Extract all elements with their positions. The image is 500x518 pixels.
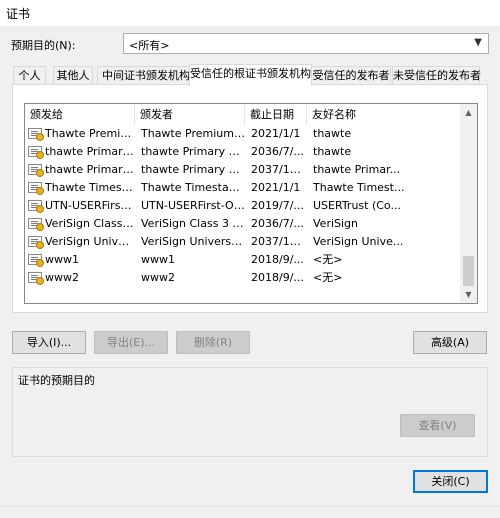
table-row[interactable]: VeriSign Class 3 ... VeriSign Class 3 P.… <box>25 215 462 233</box>
tab-trusted-publishers[interactable]: 受信任的发布者 <box>311 66 391 85</box>
cell-issued-to: thawte Primary ... <box>25 161 135 179</box>
advanced-button[interactable]: 高级(A) <box>413 331 487 354</box>
cell-friendly-name: thawte <box>313 145 352 158</box>
certificate-icon <box>28 218 44 231</box>
certificate-icon <box>28 272 44 285</box>
cell-expiration: 2037/12... <box>251 235 307 248</box>
cell-friendly-name: VeriSign <box>313 217 359 230</box>
export-button[interactable]: 导出(E)... <box>94 331 168 354</box>
cell-issued-to: UTN-USERFirst-... <box>25 197 135 215</box>
table-row[interactable]: Thawte Timesta... Thawte Timestamp... 20… <box>25 179 462 197</box>
cell-friendly-name: VeriSign Unive... <box>313 235 404 248</box>
column-header-issued-to[interactable]: 颁发给 <box>25 104 135 125</box>
view-button[interactable]: 查看(V) <box>400 414 475 437</box>
table-row[interactable]: VeriSign Univers... VeriSign Universal .… <box>25 233 462 251</box>
chevron-down-icon: ▼ <box>474 37 482 48</box>
tab-other-people[interactable]: 其他人 <box>53 66 93 85</box>
column-header-expiration[interactable]: 截止日期 <box>245 104 307 125</box>
cell-friendly-name: <无> <box>313 271 343 284</box>
cell-issued-by: thawte Primary Ro... <box>141 145 245 158</box>
scroll-up-arrow-icon[interactable]: ▲ <box>460 104 477 121</box>
cell-issued-to: Thawte Timesta... <box>25 179 135 197</box>
certificate-icon <box>28 128 44 141</box>
intended-purposes-title: 证书的预期目的 <box>18 374 95 387</box>
cell-issued-to: VeriSign Univers... <box>25 233 135 251</box>
cell-issued-to: VeriSign Class 3 ... <box>25 215 135 233</box>
tab-personal[interactable]: 个人 <box>13 66 46 85</box>
window-title: 证书 <box>6 7 31 21</box>
cell-expiration: 2037/12... <box>251 163 307 176</box>
cell-issued-to: www1 <box>25 251 135 269</box>
cell-issued-to: thawte Primary ... <box>25 143 135 161</box>
certificate-icon <box>28 146 44 159</box>
column-header-issued-by[interactable]: 颁发者 <box>135 104 245 125</box>
table-row[interactable]: www2 www2 2018/9/... <无> <box>25 269 462 287</box>
cell-issued-by: www1 <box>141 253 175 266</box>
cell-issued-by: VeriSign Universal ... <box>141 235 245 248</box>
cell-friendly-name: Thawte Timest... <box>313 181 405 194</box>
cell-expiration: 2018/9/... <box>251 253 304 266</box>
cell-friendly-name: USERTrust (Co... <box>313 199 401 212</box>
cell-expiration: 2019/7/... <box>251 199 304 212</box>
cell-issued-by: Thawte Timestamp... <box>141 181 245 194</box>
delete-button[interactable]: 删除(R) <box>176 331 250 354</box>
tab-panel: 颁发给 颁发者 截止日期 友好名称 Thawte Premium... Thaw… <box>12 84 488 313</box>
cell-expiration: 2021/1/1 <box>251 181 301 194</box>
tab-intermediate-ca[interactable]: 中间证书颁发机构 <box>97 66 195 85</box>
cell-expiration: 2036/7/... <box>251 217 304 230</box>
cell-expiration: 2021/1/1 <box>251 127 301 140</box>
cell-friendly-name: <无> <box>313 253 343 266</box>
window-bottom-edge <box>0 506 500 518</box>
cell-issued-by: www2 <box>141 271 175 284</box>
certificate-icon <box>28 254 44 267</box>
certificate-icon <box>28 182 44 195</box>
title-bar: 证书 <box>0 0 500 26</box>
purpose-label: 预期目的(N): <box>11 39 76 52</box>
cell-issued-by: UTN-USERFirst-Ob... <box>141 199 245 212</box>
certificate-list[interactable]: 颁发给 颁发者 截止日期 友好名称 Thawte Premium... Thaw… <box>24 103 478 304</box>
certificate-icon <box>28 164 44 177</box>
table-row[interactable]: UTN-USERFirst-... UTN-USERFirst-Ob... 20… <box>25 197 462 215</box>
purpose-select[interactable]: <所有> ▼ <box>123 33 489 54</box>
cell-issued-by: VeriSign Class 3 P... <box>141 217 245 230</box>
close-button[interactable]: 关闭(C) <box>413 470 488 493</box>
cell-issued-by: Thawte Premium S... <box>141 127 245 140</box>
certificate-icon <box>28 236 44 249</box>
cell-issued-by: thawte Primary Ro... <box>141 163 245 176</box>
cell-expiration: 2018/9/... <box>251 271 304 284</box>
scrollbar-thumb[interactable] <box>463 256 474 286</box>
column-header-friendly-name[interactable]: 友好名称 <box>307 104 462 125</box>
table-row[interactable]: thawte Primary ... thawte Primary Ro... … <box>25 143 462 161</box>
list-header: 颁发给 颁发者 截止日期 友好名称 <box>25 104 462 125</box>
cell-issued-to: www2 <box>25 269 135 287</box>
tab-trusted-root-ca[interactable]: 受信任的根证书颁发机构 <box>189 64 312 86</box>
tab-untrusted-publishers[interactable]: 未受信任的发布者 <box>392 66 481 85</box>
cell-issued-to: Thawte Premium... <box>25 125 135 143</box>
table-row[interactable]: www1 www1 2018/9/... <无> <box>25 251 462 269</box>
cell-expiration: 2036/7/... <box>251 145 304 158</box>
certificate-icon <box>28 200 44 213</box>
table-row[interactable]: thawte Primary ... thawte Primary Ro... … <box>25 161 462 179</box>
cell-friendly-name: thawte Primar... <box>313 163 401 176</box>
import-button[interactable]: 导入(I)... <box>12 331 86 354</box>
purpose-select-value: <所有> <box>129 39 170 52</box>
scroll-down-arrow-icon[interactable]: ▼ <box>460 286 477 303</box>
vertical-scrollbar[interactable]: ▲ ▼ <box>460 104 477 303</box>
table-row[interactable]: Thawte Premium... Thawte Premium S... 20… <box>25 125 462 143</box>
cell-friendly-name: thawte <box>313 127 352 140</box>
